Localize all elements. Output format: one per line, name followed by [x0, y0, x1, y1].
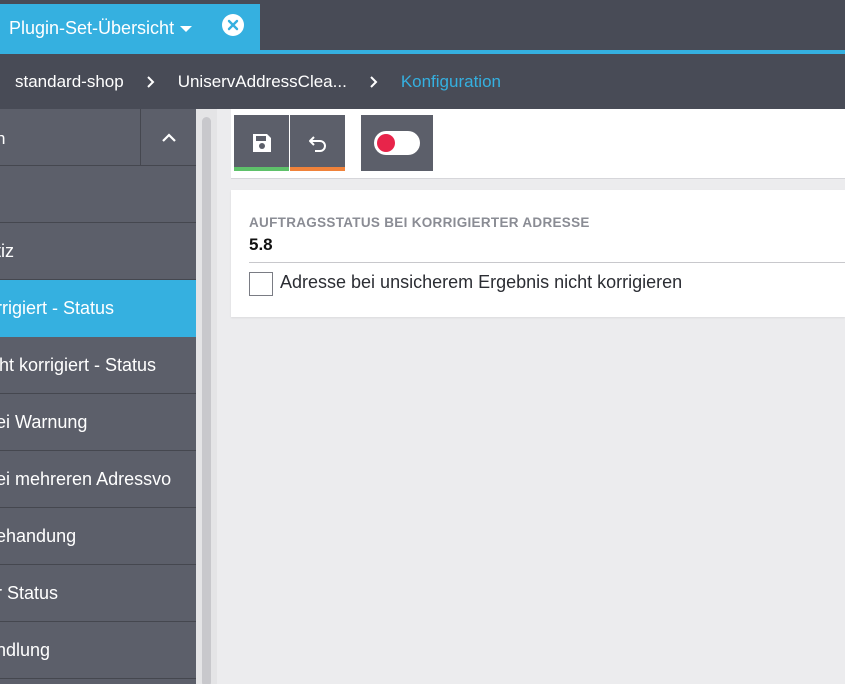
sidebar-item-8[interactable]: er Status	[0, 565, 196, 622]
toolbar	[231, 109, 845, 179]
sidebar-item-7[interactable]: behandung	[0, 508, 196, 565]
breadcrumb-item-plugin[interactable]: UniservAddressClea...	[178, 72, 347, 92]
save-button[interactable]	[234, 115, 289, 171]
scrollbar-thumb[interactable]	[202, 117, 211, 684]
toggle-switch	[374, 131, 420, 155]
chevron-right-icon	[369, 75, 379, 89]
floppy-disk-icon	[252, 134, 271, 152]
close-circle-icon[interactable]	[222, 14, 244, 36]
breadcrumb: standard-shop UniservAddressClea... Konf…	[0, 54, 845, 109]
undo-indicator	[290, 167, 345, 171]
sidebar-item-label: behandung	[0, 525, 77, 546]
order-status-input[interactable]: 5.8	[249, 235, 273, 255]
chevron-up-icon	[161, 132, 176, 142]
sidebar-scrollbar[interactable]	[196, 109, 217, 684]
active-toggle[interactable]	[361, 115, 433, 171]
checkbox-label[interactable]: Adresse bei unsicherem Ergebnis nicht ko…	[280, 272, 682, 293]
uncertain-result-checkbox[interactable]	[249, 272, 273, 296]
sidebar-item-1[interactable]	[0, 166, 196, 223]
sidebar-item-label: er Status	[0, 582, 59, 603]
sidebar-item-label: bei mehreren Adressvo	[0, 468, 172, 489]
save-indicator	[234, 167, 289, 171]
sidebar-item-4[interactable]: icht korrigiert - Status	[0, 337, 196, 394]
sidebar-item-label: andlung	[0, 639, 51, 660]
config-card: AUFTRAGSSTATUS BEI KORRIGIERTER ADRESSE …	[231, 190, 845, 317]
chevron-right-icon	[146, 75, 156, 89]
tab-plugin-set-overview[interactable]: Plugin-Set-Übersicht	[0, 4, 260, 52]
sidebar-item-3[interactable]: orrigiert - Status	[0, 280, 196, 337]
caret-down-icon[interactable]	[180, 26, 193, 32]
tab-label: Plugin-Set-Übersicht	[9, 17, 175, 38]
sidebar-item-label: orrigiert - Status	[0, 297, 115, 318]
sidebar-item-2[interactable]: otiz	[0, 223, 196, 280]
sidebar-item-label: bei Warnung	[0, 411, 88, 432]
sidebar-collapse-button[interactable]	[140, 109, 196, 166]
breadcrumb-item-shop[interactable]: standard-shop	[15, 72, 124, 92]
undo-button[interactable]	[290, 115, 345, 171]
field-underline	[249, 262, 845, 263]
undo-icon	[308, 136, 326, 152]
sidebar-header-label: n	[0, 129, 6, 148]
sidebar-item-9[interactable]: andlung	[0, 622, 196, 679]
sidebar-item-label: otiz	[0, 240, 15, 261]
sidebar-item-5[interactable]: bei Warnung	[0, 394, 196, 451]
field-label: AUFTRAGSSTATUS BEI KORRIGIERTER ADRESSE	[249, 215, 590, 230]
tab-bar: Plugin-Set-Übersicht	[0, 0, 845, 54]
sidebar-item-6[interactable]: bei mehreren Adressvo	[0, 451, 196, 508]
toggle-knob	[377, 134, 395, 152]
sidebar-item-label: icht korrigiert - Status	[0, 354, 157, 375]
sidebar: n otiz orrigiert - Status icht korrigier…	[0, 109, 196, 684]
breadcrumb-item-configuration: Konfiguration	[400, 71, 501, 91]
sidebar-header: n	[0, 109, 196, 166]
